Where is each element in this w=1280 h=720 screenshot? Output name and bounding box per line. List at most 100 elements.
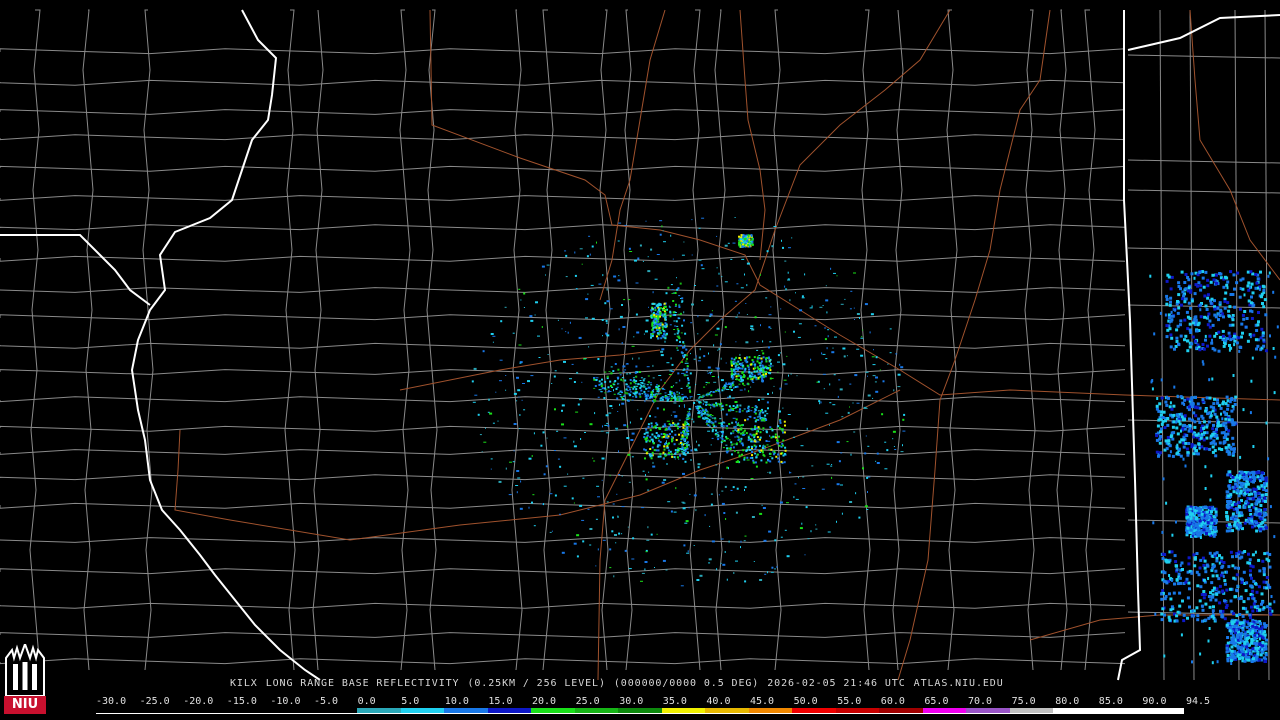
scale-tick-label: 50.0 [793,696,818,707]
echo-pixel [740,238,742,241]
echo-pixel [657,388,660,391]
echo-pixel [827,329,830,331]
echo-pixel [1202,578,1206,582]
echo-pixel [688,408,691,410]
echo-pixel [739,367,742,370]
echo-pixel [1235,588,1239,592]
echo-pixel [748,371,751,373]
echo-pixel [775,436,778,439]
echo-pixel [673,329,676,330]
echo-pixel [631,456,634,458]
echo-pixel [748,368,751,371]
echo-pixel [1238,349,1241,353]
echo-pixel [1229,446,1233,449]
echo-pixel [1246,270,1250,274]
echo-pixel [1247,493,1251,497]
echo-pixel [1237,336,1241,340]
echo-pixel [889,352,892,354]
echo-pixel [1182,457,1185,461]
echo-pixel [1150,380,1153,384]
echo-pixel [639,383,642,385]
echo-pixel [731,364,733,367]
radar-map-view: NIU KILX LONG RANGE BASE REFLECTIVITY (0.2… [0,0,1280,720]
echo-pixel [1254,550,1257,554]
echo-pixel [777,460,780,463]
echo-pixel [1252,445,1255,448]
echo-pixel [777,425,780,428]
echo-pixel [1180,633,1183,637]
echo-pixel [1200,593,1204,596]
echo-pixel [1201,604,1204,608]
echo-pixel [1210,581,1214,585]
echo-pixel [630,386,633,388]
echo-pixel [1254,509,1258,513]
echo-pixel [651,323,654,325]
echo-pixel [875,390,879,393]
echo-pixel [783,379,787,381]
echo-pixel [770,362,772,365]
echo-pixel [1232,624,1236,628]
echo-pixel [1205,532,1208,535]
echo-pixel [770,327,772,329]
echo-pixel [1190,418,1194,422]
echo-pixel [563,360,566,363]
echo-pixel [726,578,728,581]
echo-pixel [746,383,749,385]
echo-pixel [1187,286,1191,290]
echo-pixel [1261,334,1265,338]
echo-pixel [1228,400,1232,404]
echo-pixel [1183,300,1187,304]
echo-pixel [565,331,567,333]
echo-pixel [676,456,679,459]
echo-pixel [1228,587,1232,591]
echo-pixel [711,428,714,430]
echo-pixel [759,438,761,441]
echo-pixel [628,481,631,483]
echo-pixel [615,388,618,390]
echo-pixel [567,473,569,475]
echo-pixel [1204,602,1208,606]
echo-pixel [669,310,672,313]
echo-pixel [1233,566,1237,570]
echo-pixel [1229,270,1233,274]
echo-pixel [626,373,629,375]
echo-pixel [763,448,766,450]
echo-pixel [805,506,808,509]
echo-pixel [733,443,736,445]
echo-pixel [841,416,844,418]
echo-pixel [724,384,727,386]
echo-pixel [729,448,732,450]
echo-pixel [1224,425,1228,429]
echo-pixel [1235,621,1239,625]
echo-pixel [1196,402,1200,406]
echo-pixel [613,381,616,383]
scale-tick-label: 75.0 [1011,696,1036,707]
echo-pixel [633,385,636,388]
echo-pixel [677,372,680,375]
echo-pixel [1180,303,1183,307]
echo-pixel [702,417,705,420]
echo-pixel [1168,327,1172,331]
echo-pixel [1225,646,1229,650]
echo-pixel [1200,414,1204,418]
echo-pixel [1174,308,1176,312]
echo-pixel [707,430,711,432]
echo-pixel [534,314,536,316]
echo-pixel [1204,304,1208,308]
echo-pixel [1188,405,1191,409]
echo-pixel [622,326,626,328]
echo-pixel [1224,291,1228,295]
echo-pixel [1178,591,1182,595]
echo-pixel [893,446,895,447]
echo-pixel [554,370,557,372]
echo-pixel [734,436,737,438]
echo-pixel [717,438,720,441]
echo-pixel [1225,395,1229,399]
echo-pixel [661,348,665,351]
echo-pixel [734,365,737,368]
echo-pixel [742,434,745,436]
echo-pixel [732,446,735,449]
echo-pixel [1158,437,1162,441]
echo-pixel [783,453,786,455]
echo-pixel [1221,590,1225,594]
